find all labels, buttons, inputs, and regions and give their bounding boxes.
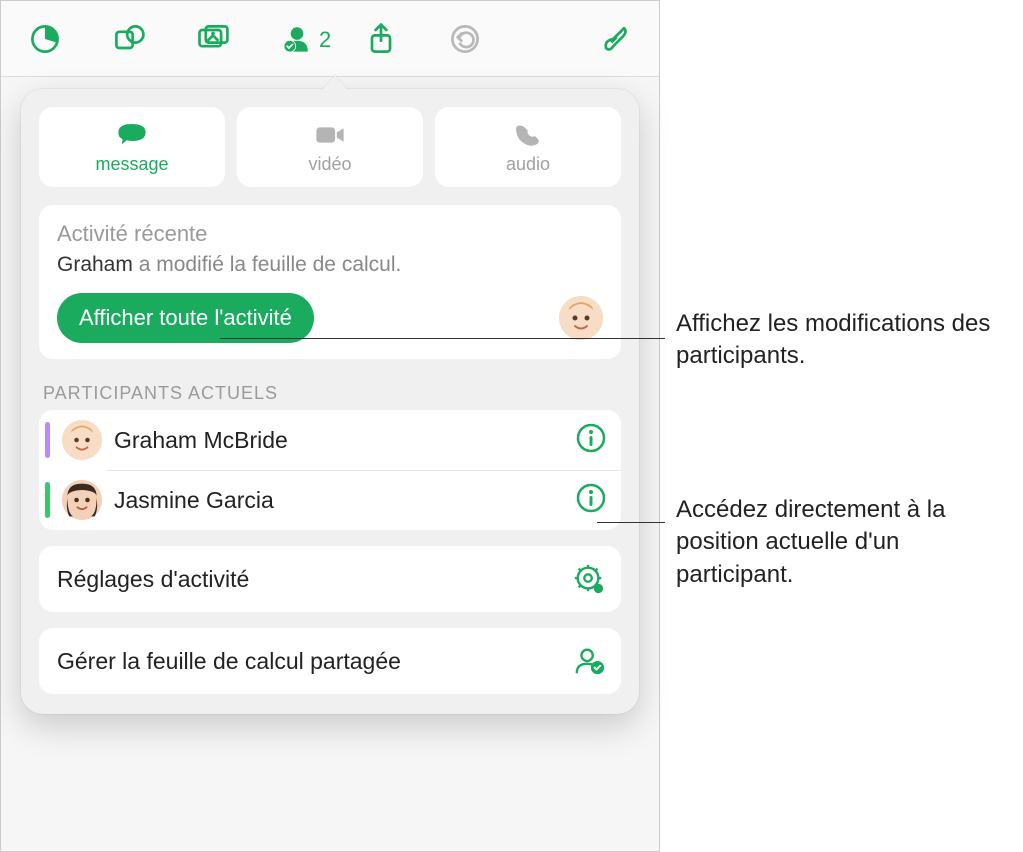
participants-list: Graham McBride [39,410,621,530]
activity-settings-label: Réglages d'activité [57,566,249,593]
collaborate-icon [279,21,315,57]
activity-action: a modifié la feuille de calcul. [133,253,401,276]
participant-info-button[interactable] [575,422,607,459]
participant-name: Jasmine Garcia [114,487,563,514]
manage-shared-label: Gérer la feuille de calcul partagée [57,648,401,675]
collab-count: 2 [319,27,331,53]
callout-position: Accédez directement à la position actuel… [676,494,1016,591]
audio-button[interactable]: audio [435,107,621,187]
app-frame: 2 [0,0,660,852]
avatar-face-icon [62,480,102,520]
share-icon [363,21,399,57]
gear-icon [573,563,605,595]
participant-row[interactable]: Graham McBride [39,410,621,470]
audio-icon [511,120,545,150]
video-button[interactable]: vidéo [237,107,423,187]
video-icon [313,120,347,150]
participant-row[interactable]: Jasmine Garcia [39,470,621,530]
toolbar-media-button[interactable] [193,19,233,59]
message-icon [115,120,149,150]
info-icon [575,422,607,454]
avatar-face-icon [62,420,102,460]
message-button[interactable]: message [39,107,225,187]
media-icon [195,21,231,57]
pie-chart-icon [27,21,63,57]
toolbar-share-button[interactable] [361,19,401,59]
toolbar-format-button[interactable] [595,19,635,59]
participant-avatar [62,480,102,520]
activity-row: Afficher toute l'activité [57,293,603,343]
communication-row: message vidéo audio [39,107,621,187]
shapes-icon [111,21,147,57]
paintbrush-icon [597,21,633,57]
callout-modifications: Affichez les modifications des participa… [676,308,1016,373]
avatar-face-icon [559,296,603,340]
collaboration-popover: message vidéo audio Activité récente Gra… [21,89,639,714]
recent-activity-card: Activité récente Graham a modifié la feu… [39,205,621,359]
person-check-icon [573,645,605,677]
participant-avatar [62,420,102,460]
toolbar-shapes-button[interactable] [109,19,149,59]
presence-indicator [45,482,50,518]
activity-actor: Graham [57,253,133,276]
callout-line [597,522,665,523]
toolbar-chart-button[interactable] [25,19,65,59]
message-label: message [95,154,168,175]
toolbar-collaborate-button[interactable]: 2 [277,19,317,59]
participants-header: PARTICIPANTS ACTUELS [39,383,621,410]
presence-indicator [45,422,50,458]
toolbar: 2 [1,1,659,77]
participant-info-button[interactable] [575,482,607,519]
activity-settings-row[interactable]: Réglages d'activité [39,546,621,612]
recent-activity-title: Activité récente [57,221,603,247]
info-icon [575,482,607,514]
audio-label: audio [506,154,550,175]
activity-description: Graham a modifié la feuille de calcul. [57,253,603,277]
activity-avatar [559,296,603,340]
show-all-activity-button[interactable]: Afficher toute l'activité [57,293,314,343]
video-label: vidéo [308,154,351,175]
participant-name: Graham McBride [114,427,563,454]
callout-line [220,338,665,339]
manage-shared-row[interactable]: Gérer la feuille de calcul partagée [39,628,621,694]
toolbar-undo-button[interactable] [445,19,485,59]
undo-icon [447,21,483,57]
